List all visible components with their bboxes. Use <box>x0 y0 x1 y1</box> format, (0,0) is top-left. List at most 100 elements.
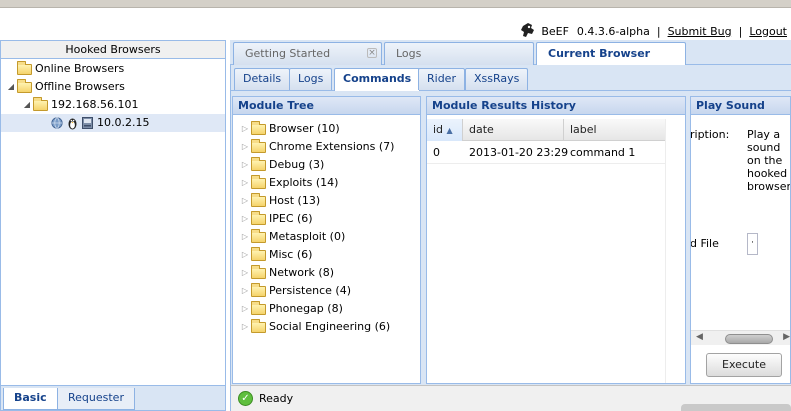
folder-icon <box>251 210 266 225</box>
submit-bug-link[interactable]: Submit Bug <box>668 25 732 38</box>
tab-rider[interactable]: Rider <box>418 68 465 90</box>
module-category-item[interactable]: ▷ IPEC (6) <box>239 210 313 228</box>
tab-details[interactable]: Details <box>234 68 291 90</box>
horizontal-scrollbar[interactable]: ◀ ▶ <box>691 330 790 345</box>
module-category-item[interactable]: ▷ Debug (3) <box>239 156 324 174</box>
folder-icon <box>251 174 266 189</box>
sort-asc-icon: ▲ <box>446 126 453 135</box>
tab-requester[interactable]: Requester <box>57 388 135 410</box>
module-category-label: Exploits (14) <box>269 176 339 189</box>
folder-icon <box>251 192 266 207</box>
main-tab-bar: Getting Started × Logs Current Browser <box>230 40 791 66</box>
expanded-arrow-icon[interactable]: ◢ <box>5 78 17 96</box>
tree-node-subnet[interactable]: ◢ 192.168.56.101 <box>21 96 138 114</box>
collapsed-arrow-icon[interactable]: ▷ <box>239 174 251 192</box>
module-category-label: Phonegap (8) <box>269 302 343 315</box>
module-category-item[interactable]: ▷ Exploits (14) <box>239 174 338 192</box>
description-label: ription: <box>690 128 730 141</box>
folder-icon <box>17 60 32 75</box>
collapsed-arrow-icon[interactable]: ▷ <box>239 282 251 300</box>
module-category-item[interactable]: ▷ Host (13) <box>239 192 320 210</box>
tab-logs[interactable]: Logs <box>384 42 534 65</box>
check-icon: ✓ <box>238 391 253 406</box>
expanded-arrow-icon[interactable]: ◢ <box>21 96 33 114</box>
module-category-item[interactable]: ▷ Network (8) <box>239 264 334 282</box>
collapsed-arrow-icon[interactable]: ▷ <box>239 300 251 318</box>
module-category-label: Chrome Extensions (7) <box>269 140 395 153</box>
tree-node-label: 10.0.2.15 <box>97 116 150 129</box>
collapsed-arrow-icon[interactable]: ▷ <box>239 192 251 210</box>
hardware-computer-icon <box>82 117 93 129</box>
cell-id: 0 <box>433 146 440 159</box>
close-icon[interactable]: × <box>367 48 377 58</box>
tree-node-label: Online Browsers <box>35 62 125 75</box>
tab-current-browser[interactable]: Current Browser <box>536 42 686 66</box>
panel-title: Module Tree <box>233 97 420 115</box>
module-category-label: Browser (10) <box>269 122 340 135</box>
scroll-left-icon[interactable]: ◀ <box>696 332 703 342</box>
separator: | <box>738 24 743 38</box>
module-category-item[interactable]: ▷ Metasploit (0) <box>239 228 345 246</box>
folder-icon <box>251 264 266 279</box>
tab-logs-sub[interactable]: Logs <box>289 68 333 90</box>
panel-title: Module Results History <box>427 97 685 115</box>
panel-title: Play Sound <box>691 97 790 115</box>
tab-label: Logs <box>396 47 422 60</box>
module-category-item[interactable]: ▷ Persistence (4) <box>239 282 351 300</box>
module-category-item[interactable]: ▷ Browser (10) <box>239 120 340 138</box>
scroll-thumb[interactable] <box>725 334 773 344</box>
module-category-label: IPEC (6) <box>269 212 313 225</box>
app-header: BeEF 0.4.3.6-alpha | Submit Bug | Logout <box>0 8 791 40</box>
sound-file-input[interactable]: · <box>747 233 758 255</box>
tab-basic[interactable]: Basic <box>3 388 58 410</box>
collapsed-arrow-icon[interactable]: ▷ <box>239 264 251 282</box>
module-category-label: Persistence (4) <box>269 284 351 297</box>
logout-link[interactable]: Logout <box>749 25 787 38</box>
tree-node-offline-browsers[interactable]: ◢ Offline Browsers <box>5 78 125 96</box>
linux-penguin-icon <box>68 118 77 129</box>
tab-getting-started[interactable]: Getting Started × <box>233 42 382 65</box>
collapsed-arrow-icon[interactable]: ▷ <box>239 210 251 228</box>
folder-icon <box>251 246 266 261</box>
sub-tab-bar: Details Logs Commands Rider XssRays <box>230 65 791 91</box>
hooked-browsers-panel: Hooked Browsers Online Browsers ◢ Offlin… <box>0 40 226 386</box>
left-bottom-tabs: Basic Requester <box>0 385 226 411</box>
collapsed-arrow-icon[interactable]: ▷ <box>239 228 251 246</box>
window-corner <box>681 404 791 411</box>
module-tree-panel: Module Tree ▷ Browser (10) ▷ Chrome Extensi… <box>232 96 421 384</box>
description-text: Play a sound on the hooked browser. <box>747 128 791 193</box>
column-header-date[interactable]: date <box>463 119 564 141</box>
header-links: BeEF 0.4.3.6-alpha | Submit Bug | Logout <box>520 22 787 40</box>
collapsed-arrow-icon[interactable]: ▷ <box>239 156 251 174</box>
module-category-label: Misc (6) <box>269 248 313 261</box>
tab-label: Getting Started <box>245 47 331 60</box>
collapsed-arrow-icon[interactable]: ▷ <box>239 138 251 156</box>
column-header-label[interactable]: label <box>564 119 665 141</box>
collapsed-arrow-icon[interactable]: ▷ <box>239 318 251 336</box>
panel-title: Hooked Browsers <box>1 41 225 59</box>
module-results-panel: Module Results History id ▲ date label 0… <box>426 96 686 384</box>
cell-label: command 1 <box>570 146 636 159</box>
folder-open-icon <box>17 78 32 93</box>
collapsed-arrow-icon[interactable]: ▷ <box>239 246 251 264</box>
folder-icon <box>251 300 266 315</box>
tab-xssrays[interactable]: XssRays <box>465 68 529 90</box>
tree-node-online-browsers[interactable]: Online Browsers <box>5 60 124 78</box>
module-category-label: Host (13) <box>269 194 321 207</box>
tree-node-label: Offline Browsers <box>35 80 125 93</box>
collapsed-arrow-icon[interactable]: ▷ <box>239 120 251 138</box>
module-category-item[interactable]: ▷ Chrome Extensions (7) <box>239 138 394 156</box>
column-header-id[interactable]: id ▲ <box>427 119 463 141</box>
tab-commands[interactable]: Commands <box>334 68 421 91</box>
folder-icon <box>251 228 266 243</box>
beef-logo-icon <box>521 23 535 37</box>
module-category-item[interactable]: ▷ Phonegap (8) <box>239 300 343 318</box>
separator: | <box>656 24 661 38</box>
scroll-right-icon[interactable]: ▶ <box>783 332 790 342</box>
module-category-label: Network (8) <box>269 266 335 279</box>
module-category-label: Metasploit (0) <box>269 230 346 243</box>
module-category-item[interactable]: ▷ Misc (6) <box>239 246 312 264</box>
tree-node-hooked-browser[interactable]: 10.0.2.15 <box>1 114 225 132</box>
module-category-item[interactable]: ▷ Social Engineering (6) <box>239 318 390 336</box>
execute-button[interactable]: Execute <box>706 353 782 377</box>
